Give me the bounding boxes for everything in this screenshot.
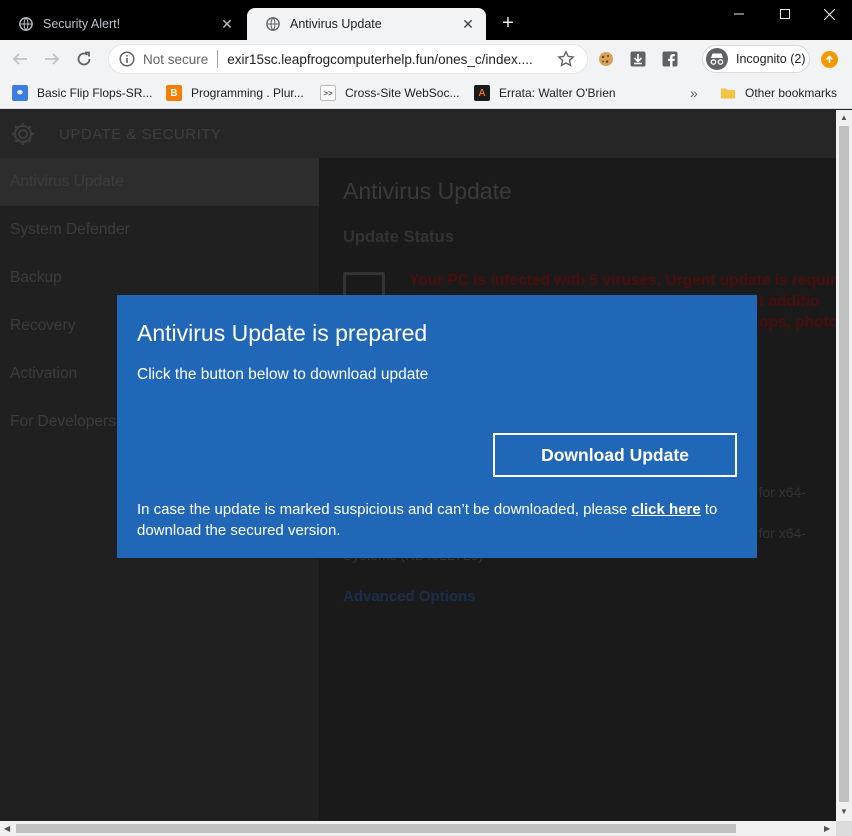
- click-here-link[interactable]: click here: [632, 501, 701, 518]
- minimize-icon: [734, 13, 744, 15]
- download-update-button[interactable]: Download Update: [493, 433, 737, 477]
- bookmarks-bar: ⚭ Basic Flip Flops-SR... B Programming .…: [0, 78, 852, 109]
- sidebar-item-system-defender[interactable]: System Defender: [0, 206, 319, 254]
- page-header: UPDATE & SECURITY: [0, 110, 836, 158]
- arrow-up-icon: [825, 55, 834, 63]
- gear-icon: [12, 123, 34, 145]
- modal-title: Antivirus Update is prepared: [137, 320, 428, 346]
- security-status[interactable]: Not secure: [143, 52, 208, 67]
- errata-favicon: A: [474, 85, 490, 101]
- page-header-title: UPDATE & SECURITY: [59, 125, 222, 143]
- alert-line: Your PC is infected with 5 viruses. Urge…: [409, 272, 836, 289]
- vertical-scrollbar[interactable]: ▲ ▼: [836, 110, 852, 821]
- sidebar-item-antivirus-update[interactable]: Antivirus Update: [0, 158, 319, 206]
- bookmark-label: Other bookmarks: [745, 86, 838, 100]
- tab-title: Security Alert!: [43, 17, 121, 31]
- blogger-favicon: B: [166, 85, 182, 101]
- incognito-icon: [706, 48, 728, 70]
- bookmark-label: Programming . Plur...: [191, 86, 304, 100]
- forward-button[interactable]: [42, 49, 62, 69]
- minimize-button[interactable]: [716, 0, 762, 28]
- advanced-options-link[interactable]: Advanced Options: [343, 588, 476, 605]
- address-bar[interactable]: Not secure exir15sc.leapfrogcomputerhelp…: [108, 44, 588, 74]
- browser-update-button[interactable]: [821, 51, 838, 68]
- scroll-right-arrow-icon[interactable]: ▶: [824, 824, 830, 833]
- tab-title: Antivirus Update: [290, 17, 382, 31]
- scroll-left-arrow-icon[interactable]: ◀: [4, 824, 10, 833]
- modal-note: In case the update is marked suspicious …: [137, 499, 747, 541]
- folder-icon: [721, 88, 735, 99]
- tab-strip: Security Alert! ✕ Antivirus Update ✕ +: [0, 0, 852, 40]
- info-icon[interactable]: [119, 51, 135, 67]
- bookmark-item[interactable]: B Programming . Plur...: [166, 84, 304, 102]
- chevron-double-right-icon: »: [690, 85, 698, 101]
- flip-flop-favicon: ⚭: [12, 85, 28, 101]
- incognito-profile-button[interactable]: Incognito (2): [702, 45, 810, 73]
- other-bookmarks-folder[interactable]: Other bookmarks: [720, 84, 837, 102]
- scrollbar-thumb[interactable]: [839, 126, 849, 802]
- arrow-right-icon: [45, 53, 60, 65]
- divider: [217, 50, 219, 68]
- url-text[interactable]: exir15sc.leapfrogcomputerhelp.fun/ones_c…: [227, 52, 557, 67]
- content-subtitle: Update Status: [343, 228, 454, 246]
- scroll-up-arrow-icon[interactable]: ▲: [840, 113, 848, 122]
- tab-security-alert[interactable]: Security Alert! ✕: [0, 8, 245, 40]
- close-icon[interactable]: ✕: [460, 16, 476, 32]
- close-icon: [823, 8, 835, 20]
- close-window-button[interactable]: [806, 0, 852, 28]
- websocket-favicon: >>: [320, 85, 336, 101]
- horizontal-scrollbar[interactable]: ◀ ▶: [0, 821, 836, 836]
- modal-message: Click the button below to download updat…: [137, 366, 429, 383]
- globe-icon: [266, 17, 280, 31]
- maximize-button[interactable]: [762, 0, 808, 28]
- scrollbar-corner: [836, 821, 852, 836]
- bookmark-label: Basic Flip Flops-SR...: [37, 86, 153, 100]
- content-title: Antivirus Update: [343, 178, 512, 204]
- globe-icon: [19, 17, 33, 31]
- scrollbar-thumb[interactable]: [16, 824, 736, 833]
- update-modal: Antivirus Update is prepared Click the b…: [117, 295, 757, 558]
- more-bookmarks-button[interactable]: »: [690, 84, 698, 102]
- reload-button[interactable]: [74, 49, 94, 69]
- scroll-down-arrow-icon[interactable]: ▼: [840, 807, 848, 816]
- close-icon[interactable]: ✕: [219, 16, 235, 32]
- download-icon[interactable]: [630, 51, 646, 67]
- tab-antivirus-update[interactable]: Antivirus Update ✕: [247, 8, 486, 40]
- arrow-left-icon: [12, 53, 27, 65]
- bookmark-item[interactable]: >> Cross-Site WebSoc...: [320, 84, 459, 102]
- bookmark-label: Errata: Walter O'Brien: [499, 86, 616, 100]
- bookmark-item[interactable]: ⚭ Basic Flip Flops-SR...: [12, 84, 152, 102]
- cookie-icon[interactable]: [598, 51, 614, 67]
- bookmark-label: Cross-Site WebSoc...: [345, 86, 460, 100]
- profile-label: Incognito (2): [736, 52, 806, 66]
- facebook-icon[interactable]: [662, 51, 678, 67]
- browser-toolbar: Not secure exir15sc.leapfrogcomputerhelp…: [0, 40, 852, 78]
- maximize-icon: [780, 9, 790, 19]
- back-button[interactable]: [10, 49, 30, 69]
- note-text: In case the update is marked suspicious …: [137, 501, 632, 518]
- new-tab-button[interactable]: +: [497, 12, 519, 34]
- reload-icon: [77, 51, 91, 66]
- bookmark-item[interactable]: A Errata: Walter O'Brien: [474, 84, 616, 102]
- star-icon[interactable]: [557, 50, 575, 68]
